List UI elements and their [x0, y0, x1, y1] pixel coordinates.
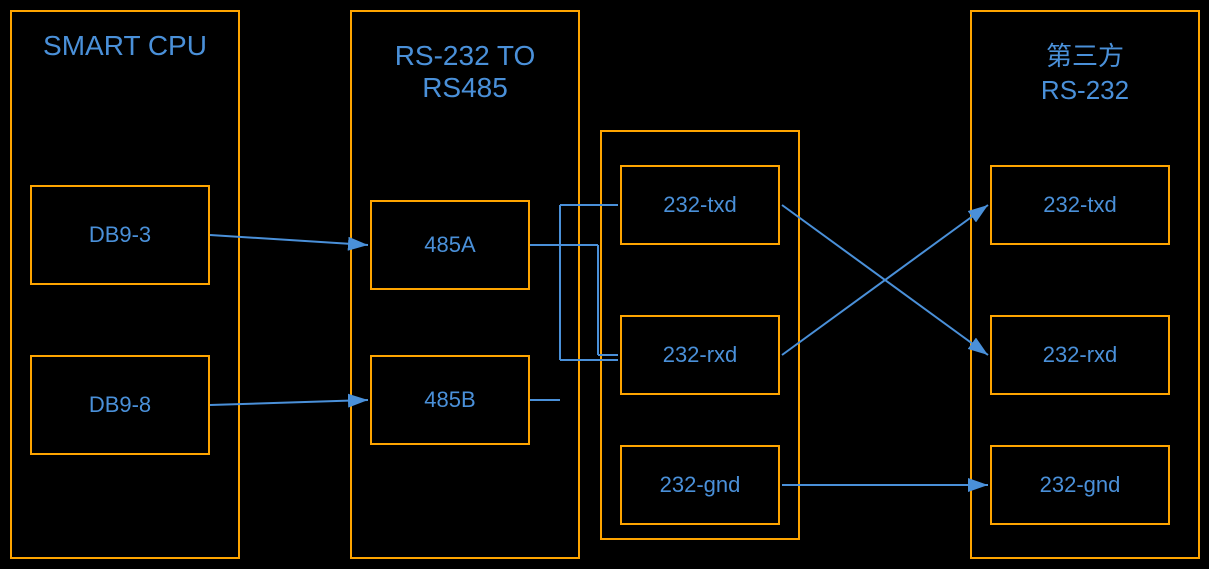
third-party-line1: 第三方 — [1046, 41, 1124, 71]
485b-box: 485B — [370, 355, 530, 445]
diagram: SMART CPU DB9-3 DB9-8 RS-232 TO RS485 48… — [0, 0, 1209, 569]
db9-8-label: DB9-8 — [89, 392, 151, 418]
232-txd-right-box: 232-txd — [990, 165, 1170, 245]
232-gnd-left-label: 232-gnd — [660, 472, 741, 498]
232-gnd-left-box: 232-gnd — [620, 445, 780, 525]
232-gnd-right-label: 232-gnd — [1040, 472, 1121, 498]
232-txd-right-label: 232-txd — [1043, 192, 1116, 218]
db9-8-box: DB9-8 — [30, 355, 210, 455]
rs232-to-rs485-label: RS-232 TO RS485 — [350, 40, 580, 104]
third-party-line2: RS-232 — [1041, 75, 1129, 105]
third-party-label: 第三方 RS-232 — [970, 40, 1200, 108]
db9-3-label: DB9-3 — [89, 222, 151, 248]
232-txd-left-label: 232-txd — [663, 192, 736, 218]
232-rxd-left-box: 232-rxd — [620, 315, 780, 395]
232-gnd-right-box: 232-gnd — [990, 445, 1170, 525]
232-rxd-right-label: 232-rxd — [1043, 342, 1118, 368]
db9-3-box: DB9-3 — [30, 185, 210, 285]
232-rxd-right-box: 232-rxd — [990, 315, 1170, 395]
485a-box: 485A — [370, 200, 530, 290]
232-txd-left-box: 232-txd — [620, 165, 780, 245]
txd-to-rxd-cross-arrow — [782, 205, 988, 355]
485b-label: 485B — [424, 387, 475, 413]
485a-label: 485A — [424, 232, 475, 258]
smart-cpu-label: SMART CPU — [10, 30, 240, 62]
rxd-to-txd-cross-arrow — [782, 205, 988, 355]
232-rxd-left-label: 232-rxd — [663, 342, 738, 368]
